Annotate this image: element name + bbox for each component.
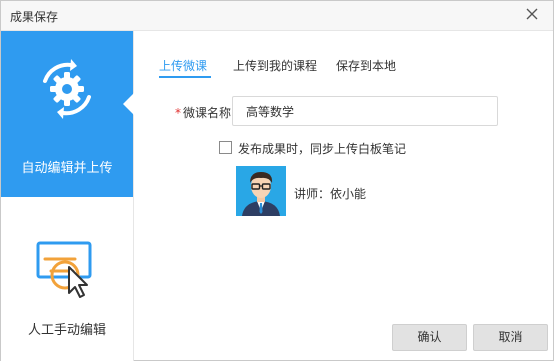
- active-indicator: [123, 93, 134, 115]
- sidebar-item-auto-upload-label: 自动编辑并上传: [21, 161, 113, 176]
- course-name-label-text: 微课名称: [183, 106, 232, 120]
- sidebar-item-manual-edit[interactable]: 人工手动编辑: [1, 197, 133, 361]
- close-icon[interactable]: [523, 5, 541, 23]
- teacher-avatar: [236, 166, 286, 216]
- course-name-input[interactable]: [232, 96, 498, 126]
- sidebar-item-manual-edit-label: 人工手动编辑: [27, 323, 106, 338]
- cancel-button[interactable]: 取消: [473, 324, 548, 351]
- active-tab-underline: [159, 76, 211, 78]
- gear-sync-icon: [43, 59, 91, 119]
- sync-whiteboard-label[interactable]: 发布成果时，同步上传白板笔记: [238, 140, 406, 157]
- tab-upload-microcourse[interactable]: 上传微课: [159, 57, 207, 74]
- required-mark: *: [175, 106, 181, 120]
- sidebar: 自动编辑并上传 人工手动编辑: [1, 31, 134, 361]
- dialog-title: 成果保存: [10, 10, 59, 24]
- tab-upload-to-my-course[interactable]: 上传到我的课程: [233, 57, 317, 74]
- dialog-window: 成果保存 自动编辑并上传 人工手动编辑 上传微课 上传到我的课程 保存到本地 *…: [0, 0, 554, 361]
- confirm-button[interactable]: 确认: [392, 324, 467, 351]
- course-name-label: * 微课名称: [175, 104, 231, 121]
- teacher-name: 讲师：依小能: [294, 187, 367, 201]
- screen-edit-icon: [36, 241, 92, 298]
- title-bar: 成果保存: [1, 1, 553, 31]
- tab-save-local[interactable]: 保存到本地: [336, 57, 396, 74]
- sync-whiteboard-checkbox[interactable]: [219, 141, 232, 154]
- sidebar-item-auto-upload[interactable]: 自动编辑并上传: [1, 31, 134, 197]
